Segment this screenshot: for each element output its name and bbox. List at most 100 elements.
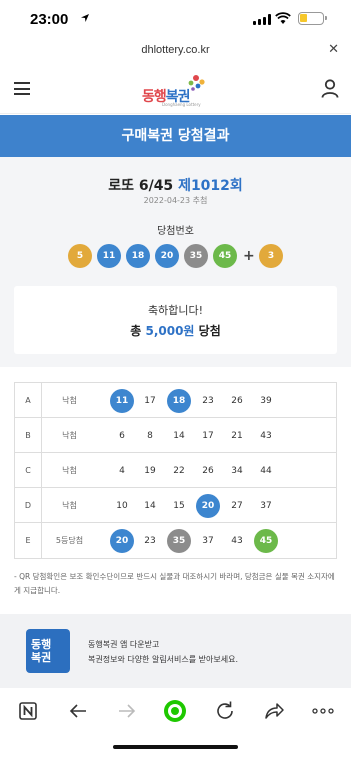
- prize-amount: 5,000원: [145, 324, 195, 338]
- game-label: C: [15, 452, 42, 488]
- game-number: 23: [202, 395, 214, 406]
- matched-number-ball: 45: [254, 529, 278, 553]
- battery-icon: [298, 12, 327, 25]
- game-row: A 낙첨 11 17 18 23 26 39: [15, 382, 336, 418]
- game-row: E 5등당첨 20 23 35 37 43 45: [15, 523, 336, 558]
- winning-numbers-label: 당첨번호: [157, 226, 194, 237]
- qr-notice: - QR 당첨확인은 보조 확인수단이므로 반드시 실물과 대조하시기 바라며,…: [14, 572, 335, 595]
- game-result: 낙첨: [62, 430, 77, 440]
- draw-date: 2022-04-23 추첨: [143, 196, 208, 205]
- congrats-message: 축하합니다!: [147, 304, 203, 317]
- reload-icon[interactable]: [213, 699, 237, 723]
- game-label: E: [15, 523, 42, 558]
- winning-ball: 5: [68, 244, 92, 268]
- game-label: B: [15, 417, 42, 453]
- browser-toolbar: [0, 688, 351, 734]
- game-numbers: 6 8 14 17 21 43: [97, 418, 336, 453]
- winning-numbers: 5 11 18 20 35 45 + 3: [68, 244, 288, 268]
- green-home-button-icon[interactable]: [163, 699, 187, 723]
- game-number: 8: [147, 430, 153, 441]
- draw-round: 제1012회: [178, 178, 243, 194]
- congrats-box: 축하합니다! 총 5,000원 당첨: [14, 286, 337, 354]
- game-numbers: 4 19 22 26 34 44: [97, 453, 336, 488]
- game-row: C 낙첨 4 19 22 26 34 44: [15, 452, 336, 488]
- game-result: 낙첨: [62, 465, 77, 475]
- plus-sign: +: [243, 248, 255, 264]
- game-number: 15: [173, 500, 185, 511]
- logo-mark-icon: [188, 75, 205, 91]
- winning-ball: 35: [184, 244, 208, 268]
- game-number: 23: [144, 536, 156, 546]
- draw-title: 로또 6/45 제1012회: [0, 175, 351, 195]
- cellular-signal-icon: [253, 14, 271, 25]
- total-prize: 총 5,000원 당첨: [130, 324, 221, 338]
- app-icon[interactable]: 동행 복권: [26, 629, 70, 673]
- share-icon[interactable]: [262, 699, 286, 723]
- game-number: 19: [144, 465, 156, 476]
- game-label: A: [15, 382, 42, 418]
- hamburger-menu-icon[interactable]: [14, 82, 30, 95]
- game-result: 낙첨: [62, 395, 77, 405]
- game-number: 14: [144, 500, 156, 511]
- matched-number-ball: 18: [167, 388, 191, 413]
- winning-ball: 45: [213, 244, 237, 268]
- winning-ball: 18: [126, 244, 150, 268]
- location-arrow-icon: [81, 14, 89, 22]
- game-number: 34: [231, 465, 243, 476]
- purchased-games-table: A 낙첨 11 17 18 23 26 39 B 낙첨 6 8 14 17 21 43 C 낙첨 4 19 22 26 34…: [14, 382, 337, 559]
- banner-line-1: 동행복권 앱 다운받고: [88, 640, 160, 649]
- matched-number-ball: 11: [110, 388, 134, 413]
- forward-arrow-icon[interactable]: [115, 699, 139, 723]
- game-number: 44: [260, 465, 272, 476]
- winning-ball: 11: [97, 244, 121, 268]
- site-logo[interactable]: 동행복권 Donghaeng Lottery: [142, 74, 210, 107]
- page-title-band: 구매복권 당첨결과: [0, 115, 351, 157]
- game-number: 26: [202, 465, 214, 476]
- page-title: 구매복권 당첨결과: [121, 128, 230, 144]
- game-number: 43: [231, 536, 243, 546]
- winning-ball: 20: [155, 244, 179, 268]
- game-result: 5등당첨: [55, 536, 84, 545]
- logo-subtext: Donghaeng Lottery: [162, 102, 201, 107]
- banner-line-2: 복권정보와 다양한 알림서비스를 받아보세요.: [88, 655, 239, 664]
- game-number: 27: [231, 500, 243, 511]
- close-icon[interactable]: ✕: [328, 42, 339, 57]
- game-number: 43: [260, 430, 272, 441]
- game-number: 37: [202, 536, 214, 546]
- more-options-icon[interactable]: [311, 699, 335, 723]
- game-number: 17: [202, 430, 214, 441]
- game-number: 26: [231, 395, 243, 406]
- game-numbers: 11 17 18 23 26 39: [97, 383, 336, 418]
- game-number: 14: [173, 430, 185, 441]
- naver-home-icon[interactable]: [16, 699, 40, 723]
- site-header: 동행복권 Donghaeng Lottery: [0, 64, 351, 114]
- matched-number-ball: 20: [196, 493, 220, 518]
- game-number: 22: [173, 465, 185, 476]
- game-number: 4: [119, 465, 125, 476]
- game-label: D: [15, 487, 42, 523]
- status-bar: 23:00: [0, 0, 351, 40]
- game-number: 17: [144, 395, 156, 406]
- game-number: 21: [231, 430, 243, 441]
- game-row: D 낙첨 10 14 15 20 27 37: [15, 487, 336, 523]
- game-number: 6: [119, 430, 125, 441]
- game-numbers: 10 14 15 20 27 37: [97, 488, 336, 523]
- bonus-ball: 3: [259, 244, 283, 268]
- browser-url-bar[interactable]: dhlottery.co.kr ✕: [0, 40, 351, 62]
- user-icon[interactable]: [321, 79, 339, 98]
- app-download-banner[interactable]: 동행 복권 동행복권 앱 다운받고 복권정보와 다양한 알림서비스를 받아보세요.: [0, 614, 351, 688]
- back-arrow-icon[interactable]: [66, 699, 90, 723]
- game-number: 37: [260, 500, 272, 511]
- game-row: B 낙첨 6 8 14 17 21 43: [15, 417, 336, 453]
- game-numbers: 20 23 35 37 43 45: [97, 523, 336, 558]
- url-text[interactable]: dhlottery.co.kr: [0, 44, 351, 56]
- wifi-icon: [275, 12, 291, 24]
- home-indicator[interactable]: [113, 745, 238, 749]
- game-number: 39: [260, 395, 272, 406]
- matched-number-ball: 20: [110, 529, 134, 553]
- draw-name: 로또 6/45: [108, 178, 174, 194]
- status-time: 23:00: [30, 11, 69, 28]
- matched-number-ball: 35: [167, 529, 191, 553]
- game-result: 낙첨: [62, 500, 77, 510]
- game-number: 10: [116, 500, 128, 511]
